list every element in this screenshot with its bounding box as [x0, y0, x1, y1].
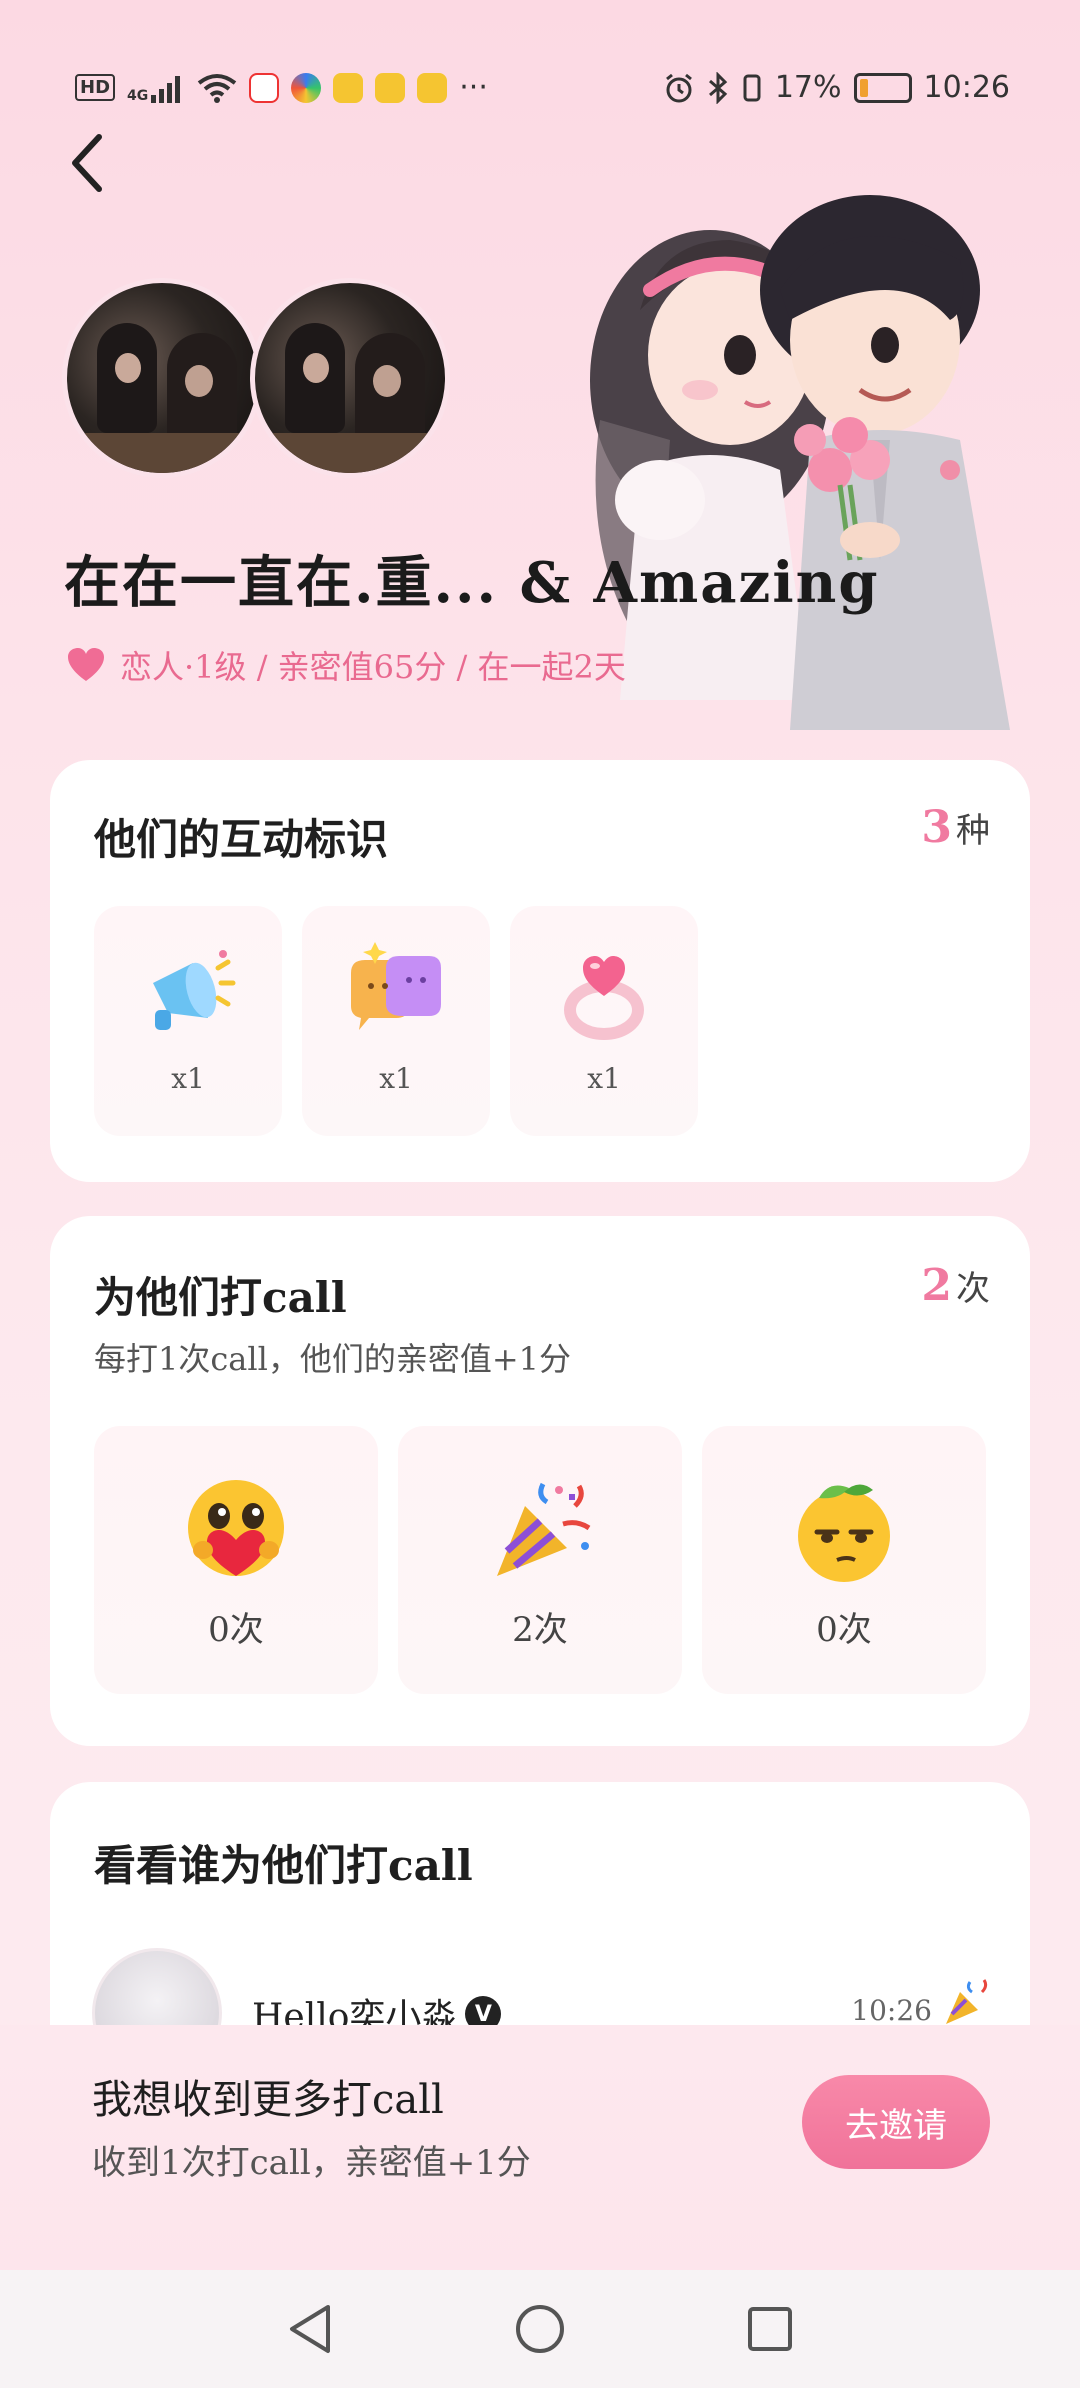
alarm-icon — [665, 73, 692, 102]
badge-tile-ring[interactable]: x1 — [510, 906, 698, 1136]
badge-count-text: x1 — [587, 1062, 621, 1095]
badge-tile-megaphone[interactable]: x1 — [94, 906, 282, 1136]
caller-time: 10:26 — [851, 1994, 932, 2027]
invite-bar: 我想收到更多打call 收到1次打call，亲密值+1分 去邀请 — [0, 2025, 1080, 2270]
relation-text: 恋人·1级 / 亲密值65分 / 在一起2天 — [120, 648, 626, 686]
circle-home-icon — [516, 2305, 564, 2353]
battery-percent: 17% — [774, 70, 842, 105]
call-option-party[interactable]: 2次 — [398, 1426, 682, 1694]
weibo-icon — [333, 72, 364, 103]
nav-recents-button[interactable] — [740, 2299, 800, 2359]
heart-ring-icon — [564, 956, 644, 1040]
system-nav-bar — [0, 2270, 1080, 2388]
call-count-number: 2 — [921, 1260, 952, 1311]
avatar[interactable] — [62, 278, 262, 478]
signal-icon: 4G — [127, 73, 185, 103]
heart-icon — [68, 648, 104, 681]
avatar[interactable] — [250, 278, 450, 478]
weibo-icon — [375, 72, 406, 103]
pair-name: 在在一直在.重... & Amazing — [64, 550, 880, 616]
hd-indicator: HD — [75, 74, 116, 101]
network-type: 4G — [127, 87, 149, 104]
megaphone-icon — [153, 950, 236, 1030]
weibo-icon — [417, 72, 448, 103]
call-count-unit: 次 — [956, 1269, 990, 1309]
relation-info: 恋人·1级 / 亲密值65分 / 在一起2天 — [66, 642, 626, 688]
status-bar: HD 4G ··· 17% 10:26 — [0, 0, 1080, 130]
wifi-icon — [198, 73, 237, 103]
badge-count: 3种 — [921, 802, 990, 853]
app-notification-icon — [291, 72, 322, 103]
vibrate-icon — [743, 74, 761, 101]
triangle-back-icon — [290, 2305, 330, 2353]
interaction-badges-card: 他们的互动标识 3种 x1 x1 x1 — [50, 760, 1030, 1182]
party-popper-emoji — [497, 1482, 591, 1576]
lemon-face-emoji — [798, 1484, 890, 1582]
clock: 10:26 — [923, 70, 1010, 105]
call-option-heart[interactable]: 0次 — [94, 1426, 378, 1694]
call-card: 为他们打call 2次 每打1次call，他们的亲密值+1分 0次 2次 0次 — [50, 1216, 1030, 1746]
app-notification-icon — [249, 72, 280, 103]
badge-count-unit: 种 — [956, 811, 990, 851]
battery-icon — [853, 72, 912, 103]
invite-subtitle: 收到1次打call，亲密值+1分 — [92, 2143, 531, 2183]
call-count-text: 0次 — [816, 1610, 872, 1650]
badge-count-number: 3 — [921, 802, 952, 853]
card-title: 为他们打call — [94, 1273, 347, 1322]
back-button[interactable] — [52, 128, 122, 198]
hugging-bubbles-icon — [351, 942, 441, 1030]
card-title: 看看谁为他们打call — [94, 1841, 473, 1890]
nav-home-button[interactable] — [510, 2299, 570, 2359]
call-count-text: 2次 — [512, 1610, 568, 1650]
heart-hug-emoji — [188, 1480, 284, 1576]
square-recents-icon — [748, 2307, 792, 2351]
invite-title: 我想收到更多打call — [92, 2077, 444, 2123]
chevron-left-icon — [72, 134, 102, 192]
nav-back-button[interactable] — [280, 2299, 340, 2359]
badge-count-text: x1 — [171, 1062, 205, 1095]
bluetooth-icon — [708, 71, 728, 104]
call-count-text: 0次 — [208, 1610, 264, 1650]
more-notifications: ··· — [459, 70, 488, 105]
party-popper-icon — [946, 1979, 988, 2024]
invite-button[interactable]: 去邀请 — [802, 2075, 990, 2169]
call-option-lemon[interactable]: 0次 — [702, 1426, 986, 1694]
badge-tile-hug[interactable]: x1 — [302, 906, 490, 1136]
card-title: 他们的互动标识 — [94, 815, 389, 864]
badge-count-text: x1 — [379, 1062, 413, 1095]
call-subtitle: 每打1次call，他们的亲密值+1分 — [94, 1340, 572, 1378]
call-count: 2次 — [921, 1260, 990, 1311]
